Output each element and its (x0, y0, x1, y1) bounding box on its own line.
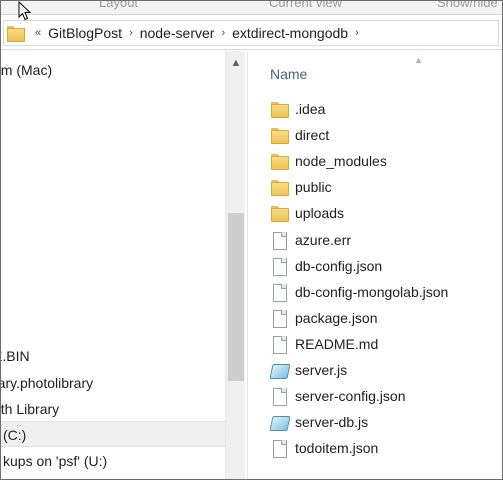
folder-icon (270, 152, 289, 170)
file-row[interactable]: direct (270, 122, 500, 148)
nav-scrollbar[interactable]: ▲ (225, 51, 246, 479)
document-icon (270, 257, 288, 276)
file-name: db-config-mongolab.json (295, 284, 449, 300)
chevron-right-icon[interactable]: › (125, 27, 137, 39)
nav-item-label: (C:) (3, 427, 27, 443)
file-row[interactable]: node_modules (270, 148, 500, 174)
file-name: todoitem.json (295, 440, 379, 456)
ribbon-tab-show-hide[interactable]: Show/hide (437, 1, 498, 10)
file-name: uploads (295, 205, 345, 221)
nav-item[interactable]: am (Mac) (1, 57, 225, 83)
document-icon (270, 309, 288, 328)
folder-icon (270, 100, 289, 118)
file-name: server.js (295, 362, 348, 378)
file-row[interactable]: server-config.json (270, 383, 500, 409)
mouse-pointer-icon (18, 1, 32, 21)
nav-item[interactable]: rary.photolibrary (1, 370, 225, 396)
address-bar: « GitBlogPost › node-server › extdirect-… (1, 16, 502, 50)
overflow-crumb[interactable]: « (31, 27, 45, 39)
file-list: ▲ Name .idea direct node_modules public … (248, 51, 502, 479)
address-box[interactable]: « GitBlogPost › node-server › extdirect-… (3, 20, 499, 46)
script-icon (270, 413, 288, 431)
folder-icon (270, 204, 289, 222)
file-row[interactable]: uploads (270, 200, 500, 226)
file-name: server-config.json (295, 388, 406, 404)
file-name: .idea (295, 101, 326, 117)
file-row[interactable]: azure.err (270, 227, 500, 253)
nav-item-label: kups on 'psf' (U:) (3, 453, 108, 469)
file-row[interactable]: README.md (270, 331, 500, 357)
file-row[interactable]: .idea (270, 96, 500, 122)
file-name: node_modules (295, 153, 387, 169)
nav-item-selected[interactable]: (C:) (1, 421, 225, 447)
file-name: db-config.json (295, 258, 383, 274)
file-row[interactable]: server.js (270, 357, 500, 383)
document-icon (270, 387, 288, 406)
document-icon (270, 439, 288, 458)
crumb-gitblogpost[interactable]: GitBlogPost (45, 25, 125, 41)
file-row[interactable]: public (270, 174, 500, 200)
file-name: direct (295, 127, 330, 143)
nav-item[interactable]: E.BIN (1, 343, 225, 369)
scroll-up-icon[interactable]: ▲ (226, 57, 246, 69)
document-icon (270, 231, 288, 250)
file-row[interactable]: db-config.json (270, 253, 500, 279)
file-name: azure.err (295, 232, 352, 248)
nav-item[interactable]: s (1, 213, 225, 239)
ribbon-tab-current-view[interactable]: Current view (269, 1, 342, 10)
script-icon (270, 361, 288, 379)
scrollbar-thumb[interactable] (228, 213, 244, 381)
ribbon-tab-layout[interactable]: Layout (99, 1, 138, 10)
document-icon (270, 335, 288, 354)
nav-item[interactable]: s (1, 239, 225, 265)
nav-item-label: am (Mac) (1, 62, 53, 78)
folder-icon (270, 178, 289, 196)
ribbon-remnant: Layout Current view Show/hide (1, 1, 502, 15)
crumb-extdirect-mongodb[interactable]: extdirect-mongodb (229, 25, 351, 41)
file-row[interactable]: db-config-mongolab.json (270, 279, 500, 305)
chevron-right-icon[interactable]: › (351, 27, 363, 39)
file-name: server-db.js (295, 414, 369, 430)
nav-item-label: rary.photolibrary (1, 375, 94, 391)
file-row[interactable]: package.json (270, 305, 500, 331)
column-header-name[interactable]: Name (270, 66, 307, 82)
crumb-node-server[interactable]: node-server (137, 25, 218, 41)
folder-icon (270, 126, 289, 144)
file-name: package.json (295, 310, 378, 326)
nav-item-label: oth Library (1, 401, 60, 417)
nav-item[interactable]: oth Library (1, 396, 225, 422)
file-row[interactable]: server-db.js (270, 409, 500, 435)
file-row[interactable]: todoitem.json (270, 435, 500, 461)
explorer-window: Layout Current view Show/hide « GitBlogP… (0, 0, 503, 480)
chevron-right-icon[interactable]: › (217, 27, 229, 39)
nav-item[interactable]: kups on 'psf' (U:) (1, 448, 225, 474)
folder-icon (7, 26, 25, 42)
document-icon (270, 283, 288, 302)
file-name: public (295, 179, 332, 195)
nav-item-label: E.BIN (1, 348, 30, 364)
navigation-pane: am (Mac) s s E.BIN rary.photolibrary oth… (1, 51, 247, 479)
file-name: README.md (295, 336, 379, 352)
sort-ascending-icon: ▲ (414, 55, 423, 65)
